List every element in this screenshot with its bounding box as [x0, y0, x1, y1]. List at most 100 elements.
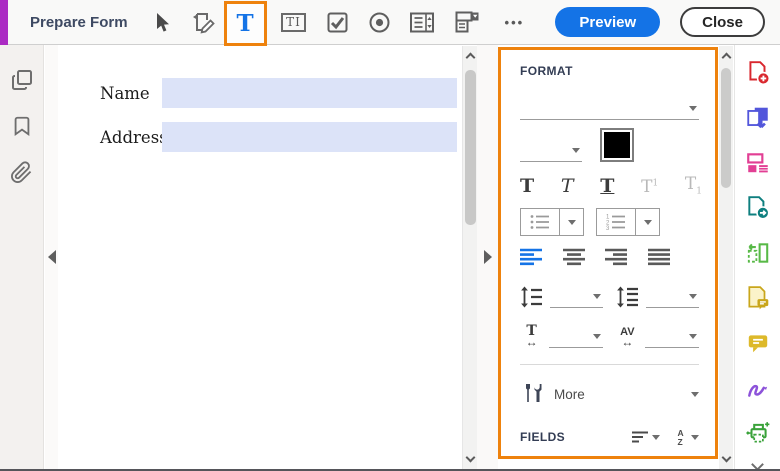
- list-box-icon: [409, 12, 434, 32]
- font-size-dropdown[interactable]: [520, 136, 582, 162]
- combine-files-button[interactable]: [744, 104, 772, 132]
- horizontal-scaling-icon: T ↔: [525, 323, 538, 349]
- address-text-field[interactable]: [162, 122, 457, 152]
- scroll-up-arrow-icon[interactable]: [465, 52, 476, 63]
- line-spacing-dropdown[interactable]: [550, 286, 604, 308]
- size-color-row: [520, 128, 699, 162]
- add-list-box-tool[interactable]: [409, 9, 435, 35]
- edit-fields-tool[interactable]: [190, 9, 216, 35]
- comment-bubble-icon: [748, 335, 767, 353]
- superscript-button[interactable]: T1: [641, 179, 658, 196]
- subscript-base: T: [684, 173, 697, 194]
- dropdown-caret-icon: [593, 294, 602, 299]
- bulleted-list-options-button[interactable]: [559, 209, 583, 235]
- edit-pdf-button[interactable]: [744, 149, 772, 177]
- select-cursor-tool[interactable]: [150, 9, 176, 35]
- attachments-button[interactable]: [9, 159, 35, 185]
- export-pdf-icon: [747, 196, 769, 220]
- kerning-button[interactable]: AV ↔: [616, 322, 639, 349]
- preview-button[interactable]: Preview: [555, 7, 661, 37]
- bold-button[interactable]: T: [520, 177, 534, 196]
- align-center-button[interactable]: [562, 248, 585, 266]
- comment-button[interactable]: [744, 329, 772, 357]
- list-buttons-row: 1 2 3: [520, 208, 699, 236]
- superscript-digit: 1: [652, 178, 659, 189]
- document-scrollbar-thumb[interactable]: [465, 70, 476, 225]
- paragraph-spacing-icon: [616, 286, 638, 308]
- paragraph-spacing-dropdown[interactable]: [645, 286, 699, 308]
- numbered-list-button[interactable]: 1 2 3: [597, 209, 635, 235]
- format-panel-scrollbar-thumb[interactable]: [721, 68, 731, 188]
- text-field-icon: T: [236, 9, 254, 37]
- subscript-button[interactable]: T1: [684, 173, 702, 196]
- horizontal-scaling-dropdown[interactable]: [549, 326, 604, 348]
- italic-button[interactable]: T: [561, 177, 574, 196]
- add-text-area-tool[interactable]: TI: [279, 9, 309, 35]
- add-text-field-tool-active[interactable]: T: [223, 0, 267, 46]
- dropdown-caret-icon: [689, 334, 698, 339]
- horizontal-scaling-button[interactable]: T ↔: [520, 322, 543, 348]
- line-spacing-icon: [521, 286, 542, 308]
- page-thumbnails-button[interactable]: [9, 67, 35, 93]
- collapse-left-panel-arrow[interactable]: [47, 250, 56, 264]
- align-left-button-active[interactable]: [520, 248, 542, 266]
- close-button[interactable]: Close: [680, 7, 765, 37]
- top-toolbar: Prepare Form T TI ••• Preview Close: [0, 0, 780, 46]
- export-pdf-button[interactable]: [744, 194, 772, 222]
- document-comment-icon: [747, 286, 768, 310]
- subscript-digit: 1: [696, 186, 702, 196]
- bulleted-list-button[interactable]: [521, 209, 559, 235]
- scan-and-ocr-button[interactable]: [744, 419, 772, 447]
- dropdown-caret-icon: [691, 434, 699, 440]
- name-text-field[interactable]: [162, 78, 457, 108]
- text-color-swatch: [604, 132, 630, 158]
- add-checkbox-tool[interactable]: [325, 9, 351, 35]
- collapse-right-panel-arrow[interactable]: [483, 250, 492, 264]
- scroll-down-arrow-icon[interactable]: [721, 452, 732, 463]
- character-spacing-row: T ↔ AV ↔: [520, 322, 700, 349]
- signature-pen-icon: [747, 384, 767, 397]
- page-thumbnails-icon: [11, 70, 32, 90]
- more-properties-button[interactable]: More: [520, 381, 699, 407]
- scroll-down-arrow-icon[interactable]: [465, 452, 476, 463]
- text-style-row: T T T T1 T1: [520, 174, 702, 196]
- more-tools-ellipsis[interactable]: •••: [505, 15, 525, 30]
- alignment-row: [520, 248, 670, 266]
- numbered-list-options-button[interactable]: [635, 209, 659, 235]
- add-dropdown-tool[interactable]: [455, 9, 481, 35]
- organize-pages-button[interactable]: [744, 239, 772, 267]
- sort-alphabetical-button[interactable]: A Z: [676, 428, 699, 446]
- underline-button[interactable]: T: [600, 177, 614, 196]
- paragraph-spacing-button[interactable]: [616, 282, 640, 308]
- dropdown-caret-icon: [572, 148, 580, 153]
- document-scrollbar[interactable]: [462, 46, 477, 469]
- line-spacing-button[interactable]: [520, 282, 544, 308]
- bookmarks-button[interactable]: [9, 113, 35, 139]
- text-color-picker[interactable]: [600, 128, 634, 162]
- name-field-label: Name: [100, 83, 150, 103]
- left-panel-collapse-gutter: [45, 45, 58, 469]
- dropdown-caret-icon: [689, 294, 697, 299]
- tools-icon: [526, 384, 542, 402]
- sort-by-tab-order-button[interactable]: [631, 430, 660, 444]
- justify-button[interactable]: [647, 248, 670, 266]
- format-panel-annotation-highlight: FORMAT T T T T1 T1 1 2 3 T ↔ AV ↔ More F…: [498, 47, 718, 459]
- svg-text:Z: Z: [678, 437, 683, 446]
- format-panel-scrollbar[interactable]: [719, 46, 733, 469]
- sort-lines-icon: [632, 431, 648, 443]
- paperclip-icon: [11, 160, 32, 183]
- left-navigation-rail: [0, 45, 44, 469]
- superscript-base: T: [641, 177, 653, 197]
- font-family-dropdown[interactable]: [520, 94, 699, 120]
- align-right-button[interactable]: [605, 248, 628, 266]
- scanner-icon: [745, 422, 769, 443]
- add-radio-button-tool[interactable]: [367, 9, 393, 35]
- create-pdf-button[interactable]: [744, 59, 772, 87]
- kerning-dropdown[interactable]: [644, 326, 700, 348]
- fill-and-sign-button[interactable]: [744, 374, 772, 402]
- svg-text:3: 3: [606, 226, 610, 231]
- send-for-comments-button[interactable]: [744, 284, 772, 312]
- dropdown-caret-icon: [652, 434, 660, 440]
- panel-divider: [520, 364, 699, 365]
- scroll-up-arrow-icon[interactable]: [721, 52, 732, 63]
